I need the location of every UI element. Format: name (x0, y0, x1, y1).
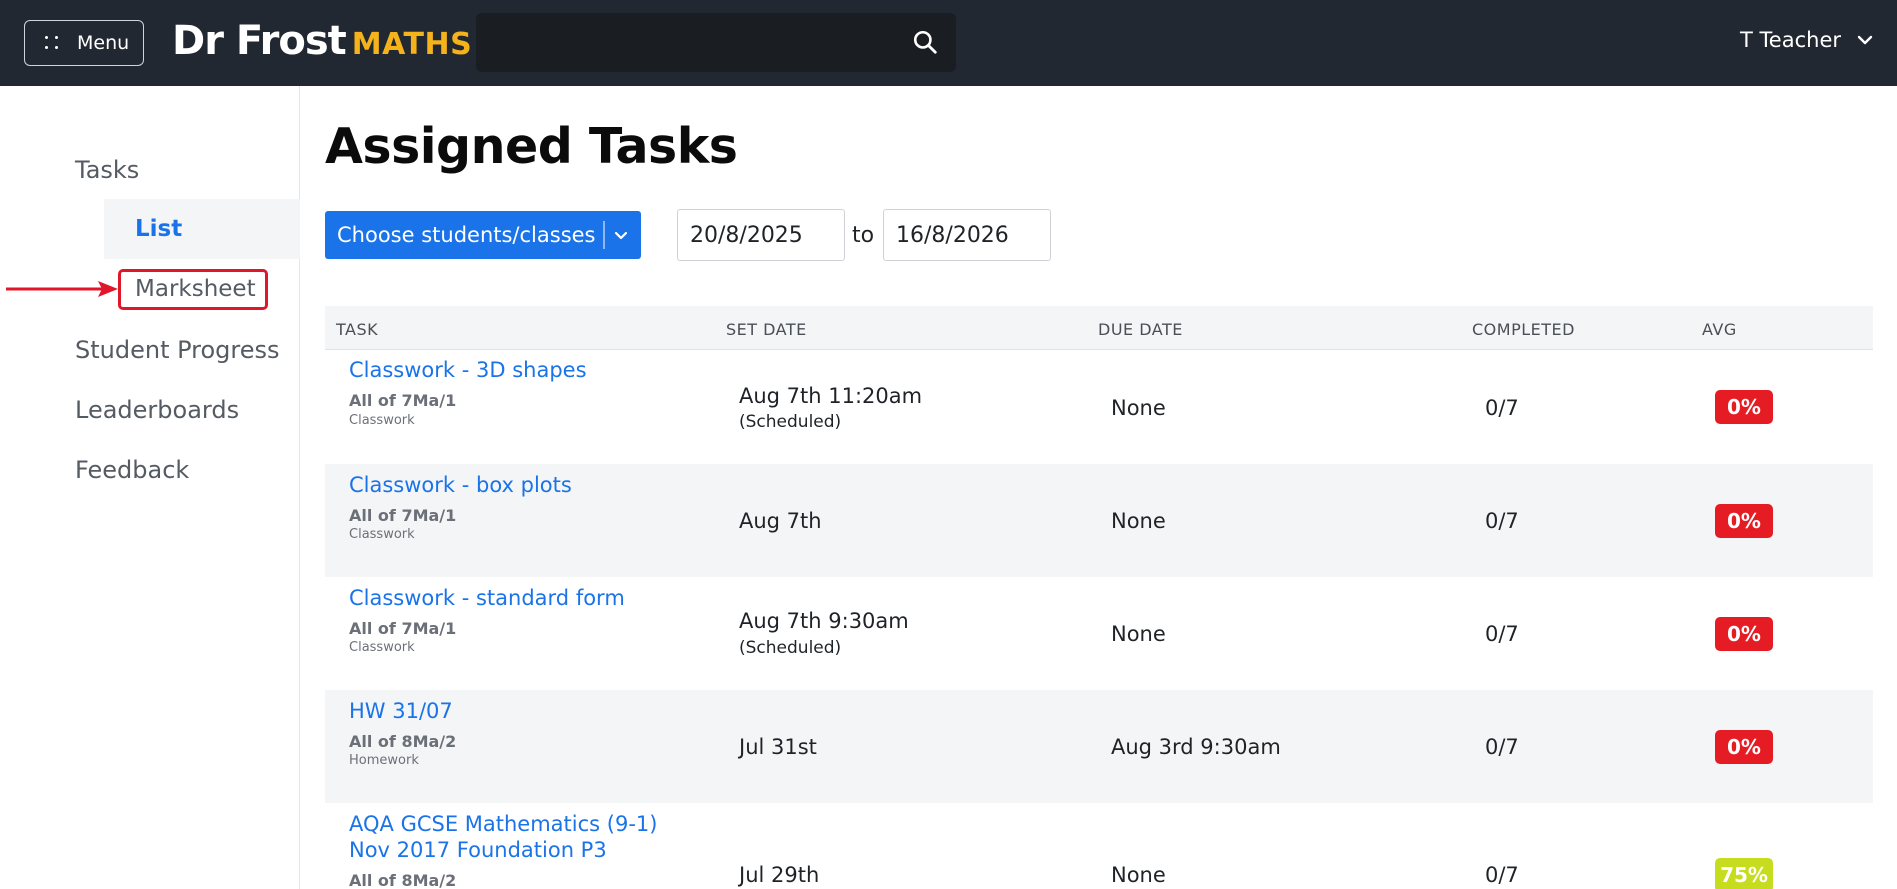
sidebar-active-background (104, 199, 300, 259)
chevron-down-icon (1857, 35, 1873, 45)
sidebar-item-student-progress[interactable]: Student Progress (75, 336, 280, 364)
table-row[interactable]: AQA GCSE Mathematics (9-1) Nov 2017 Foun… (325, 803, 1873, 889)
user-menu[interactable]: T Teacher (1740, 28, 1873, 52)
task-class: All of 7Ma/1 (349, 506, 457, 525)
table-row[interactable]: Classwork - 3D shapes All of 7Ma/1 Class… (325, 351, 1873, 464)
set-date: Jul 31st (739, 735, 817, 759)
menu-dots-icon (43, 34, 61, 52)
task-type: Homework (349, 753, 419, 768)
page-title: Assigned Tasks (325, 118, 738, 175)
logo-text-primary: Dr Frost (172, 18, 347, 64)
due-date: None (1111, 622, 1166, 646)
task-link[interactable]: Classwork - standard form (349, 585, 625, 611)
set-date: Aug 7th (739, 509, 822, 533)
sidebar-item-tasks[interactable]: Tasks (75, 156, 139, 184)
due-date: None (1111, 396, 1166, 420)
task-type: Classwork (349, 527, 415, 542)
sidebar-item-leaderboards[interactable]: Leaderboards (75, 396, 239, 424)
task-type: Classwork (349, 413, 415, 428)
completed-count: 0/7 (1485, 863, 1519, 887)
due-date: None (1111, 863, 1166, 887)
logo-text-accent: MATHS (351, 27, 473, 62)
choose-button-label: Choose students/classes (337, 223, 596, 247)
task-link[interactable]: Classwork - box plots (349, 472, 572, 498)
scheduled-label: (Scheduled) (739, 638, 842, 658)
table-row[interactable]: HW 31/07 All of 8Ma/2 Homework Jul 31st … (325, 690, 1873, 803)
set-date: Aug 7th 11:20am (739, 384, 923, 408)
table-row[interactable]: Classwork - standard form All of 7Ma/1 C… (325, 577, 1873, 690)
top-navbar: Menu Dr Frost MATHS T Teacher (0, 0, 1897, 86)
button-separator (603, 221, 605, 249)
table-header: TASK SET DATE DUE DATE COMPLETED AVG (325, 306, 1873, 350)
task-link[interactable]: AQA GCSE Mathematics (9-1) (349, 811, 657, 837)
sidebar: Tasks List Marksheet Student Progress Le… (0, 86, 300, 889)
completed-count: 0/7 (1485, 735, 1519, 759)
menu-label: Menu (77, 32, 130, 54)
avg-badge: 0% (1715, 730, 1773, 764)
sidebar-item-feedback[interactable]: Feedback (75, 456, 189, 484)
task-class: All of 7Ma/1 (349, 391, 457, 410)
column-header-set-date[interactable]: SET DATE (726, 320, 807, 339)
completed-count: 0/7 (1485, 622, 1519, 646)
avg-badge: 0% (1715, 390, 1773, 424)
column-header-completed[interactable]: COMPLETED (1472, 320, 1575, 339)
task-link-line2[interactable]: Nov 2017 Foundation P3 (349, 837, 607, 863)
avg-badge: 0% (1715, 617, 1773, 651)
user-name: T Teacher (1740, 28, 1841, 52)
task-link[interactable]: HW 31/07 (349, 698, 453, 724)
date-to-input[interactable] (883, 209, 1051, 261)
task-class: All of 8Ma/2 (349, 871, 457, 889)
task-link[interactable]: Classwork - 3D shapes (349, 357, 587, 383)
search-input[interactable] (476, 13, 956, 72)
search-icon[interactable] (912, 29, 938, 55)
chevron-down-icon[interactable] (613, 227, 629, 243)
date-from-input[interactable] (677, 209, 845, 261)
column-header-avg[interactable]: AVG (1702, 320, 1737, 339)
due-date: Aug 3rd 9:30am (1111, 735, 1281, 759)
avg-badge: 75% (1715, 858, 1773, 889)
sidebar-item-marksheet[interactable]: Marksheet (135, 276, 256, 302)
task-type: Classwork (349, 640, 415, 655)
avg-badge: 0% (1715, 504, 1773, 538)
choose-students-classes-button[interactable]: Choose students/classes (325, 211, 641, 259)
column-header-due-date[interactable]: DUE DATE (1098, 320, 1183, 339)
annotation-arrow (6, 281, 118, 297)
due-date: None (1111, 509, 1166, 533)
date-range-separator: to (852, 223, 875, 248)
completed-count: 0/7 (1485, 509, 1519, 533)
menu-button[interactable]: Menu (24, 20, 144, 66)
column-header-task[interactable]: TASK (336, 320, 378, 339)
scheduled-label: (Scheduled) (739, 412, 842, 432)
table-row[interactable]: Classwork - box plots All of 7Ma/1 Class… (325, 464, 1873, 577)
logo[interactable]: Dr Frost MATHS (172, 18, 472, 68)
task-class: All of 7Ma/1 (349, 619, 457, 638)
sidebar-item-list[interactable]: List (135, 216, 182, 242)
task-class: All of 8Ma/2 (349, 732, 457, 751)
set-date: Jul 29th (739, 863, 820, 887)
set-date: Aug 7th 9:30am (739, 609, 909, 633)
completed-count: 0/7 (1485, 396, 1519, 420)
